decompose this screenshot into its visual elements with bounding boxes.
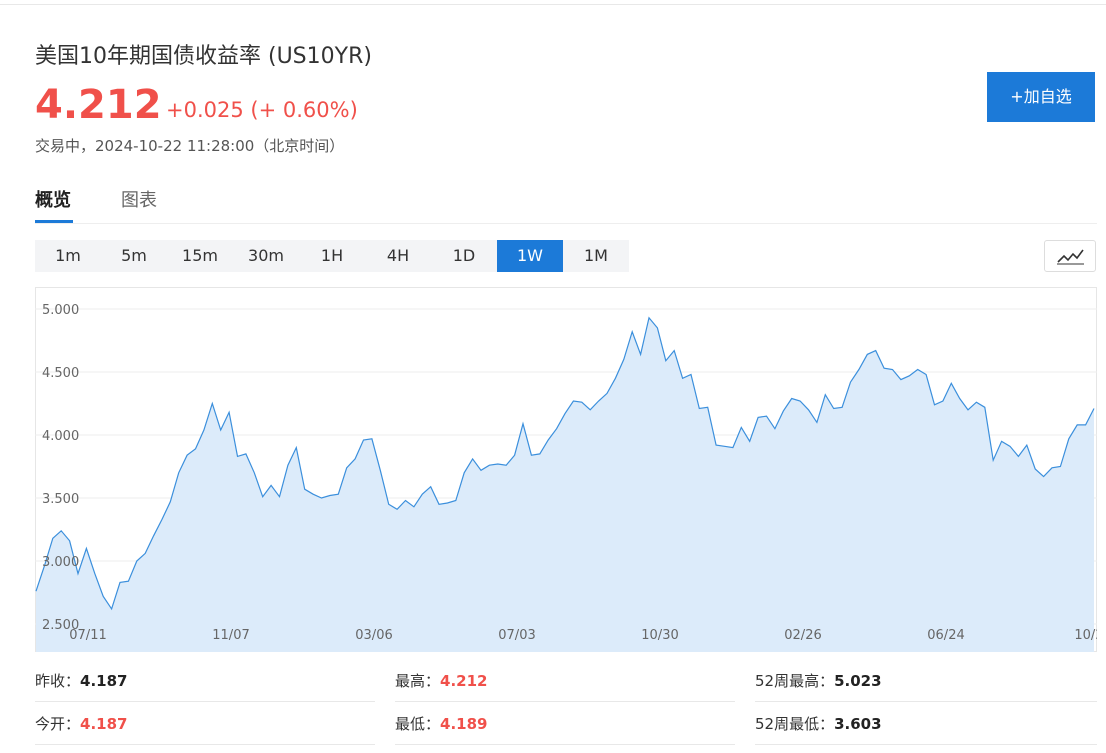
add-to-watchlist-button[interactable]: +加自选 [987,72,1095,122]
stat-prev-close: 昨收：4.187 [35,670,127,691]
chart-type-button[interactable] [1044,240,1096,272]
x-tick-label: 07/03 [498,628,535,643]
divider [35,744,375,745]
stat-value: 4.212 [440,672,488,690]
period-1m-month[interactable]: 1M [563,240,629,272]
divider [755,701,1097,702]
stat-value: 5.023 [834,672,882,690]
period-1h[interactable]: 1H [299,240,365,272]
stat-high: 最高：4.212 [395,670,487,691]
x-tick-label: 10/2 [1074,628,1097,643]
stat-label: 昨收： [35,672,81,690]
y-tick-label: 4.000 [42,429,79,444]
x-tick-label: 10/30 [641,628,678,643]
stat-label: 今开： [35,715,81,733]
top-divider [0,4,1106,5]
x-tick-label: 06/24 [927,628,964,643]
x-tick-label: 11/07 [212,628,249,643]
divider [395,744,735,745]
period-30m[interactable]: 30m [233,240,299,272]
instrument-name: 美国10年期国债收益率 [35,44,261,69]
stat-open: 今开：4.187 [35,713,127,734]
divider [35,701,375,702]
stat-52w-low: 52周最低：3.603 [755,713,882,734]
chart-canvas: 5.0004.5004.0003.5003.0002.50007/11 11/07… [35,287,1097,652]
stat-value: 4.189 [440,715,488,733]
instrument-symbol: (US10YR) [268,44,372,69]
stats-row-2: 今开：4.187 最低：4.189 52周最低：3.603 [0,713,1106,753]
page-title: 美国10年期国债收益率 (US10YR) [35,38,372,70]
trading-status: 交易中，2024-10-22 11:28:00（北京时间） [35,137,345,155]
stat-low: 最低：4.189 [395,713,487,734]
price-change: +0.025 (+ 0.60%) [166,98,358,122]
stat-label: 52周最低： [755,715,835,733]
period-15m[interactable]: 15m [167,240,233,272]
period-5m[interactable]: 5m [101,240,167,272]
stat-value: 4.187 [80,715,128,733]
stat-52w-high: 52周最高：5.023 [755,670,882,691]
yield-chart: 5.000 4.500 4.000 3.500 3.000 2.500 07/11 11/07… [35,287,1097,652]
stat-value: 3.603 [834,715,882,733]
y-tick-label: 4.500 [42,366,79,381]
stat-label: 最低： [395,715,441,733]
y-tick-label: 3.000 [42,555,79,570]
divider [755,744,1097,745]
line-chart-icon [1057,249,1084,265]
x-tick-label: 07/11 [69,628,106,643]
period-4h[interactable]: 4H [365,240,431,272]
tab-overview[interactable]: 概览 [35,186,71,212]
tab-chart[interactable]: 图表 [121,186,157,212]
y-tick-label: 5.000 [42,303,79,318]
x-tick-label: 02/26 [784,628,821,643]
divider [395,701,735,702]
period-1w[interactable]: 1W [497,240,563,272]
period-1d[interactable]: 1D [431,240,497,272]
stats-row-1: 昨收：4.187 最高：4.212 52周最高：5.023 [0,670,1106,710]
period-1m[interactable]: 1m [35,240,101,272]
y-tick-label: 3.500 [42,492,79,507]
stat-label: 52周最高： [755,672,835,690]
stat-value: 4.187 [80,672,128,690]
tab-divider [35,223,1097,224]
stat-label: 最高： [395,672,441,690]
x-tick-label: 03/06 [355,628,392,643]
current-price: 4.212 [35,82,162,128]
